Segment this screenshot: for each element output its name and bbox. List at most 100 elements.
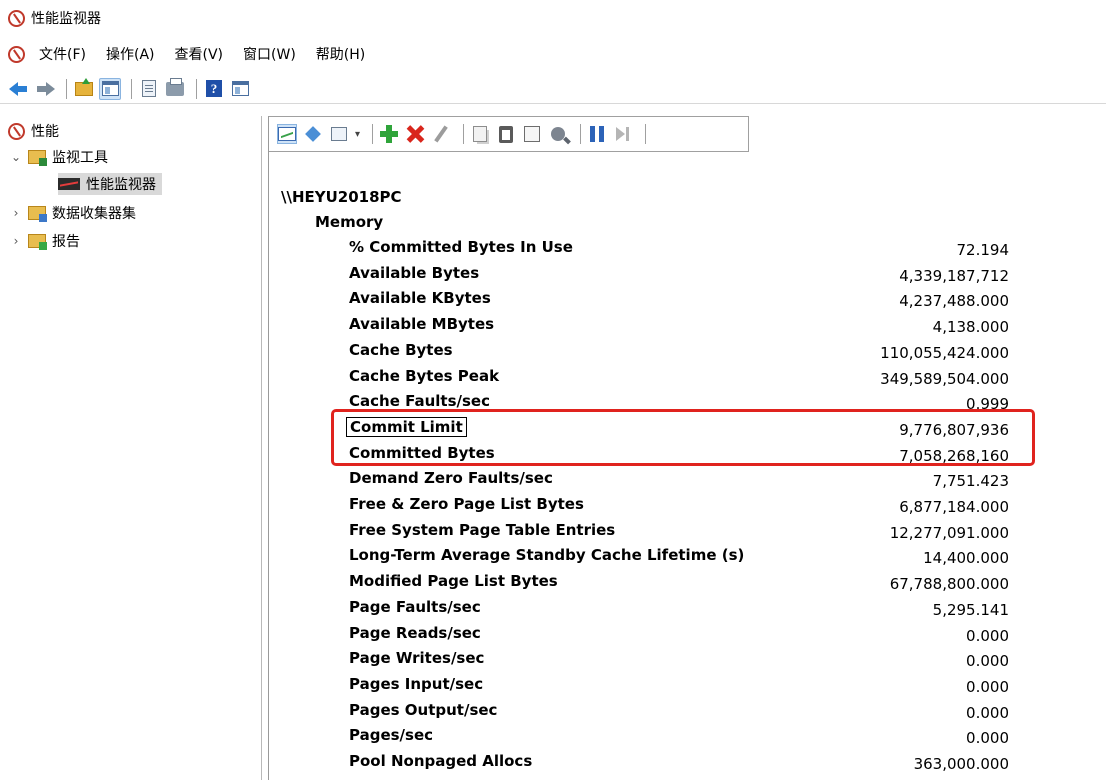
counter-name: Free System Page Table Entries: [349, 521, 616, 539]
menu-view[interactable]: 查看(V): [175, 44, 224, 64]
show-hide-action-pane-button[interactable]: [229, 78, 251, 100]
show-hide-tree-button[interactable]: [99, 77, 121, 100]
zoom-button[interactable]: [548, 124, 568, 144]
chevron-right-icon[interactable]: ›: [10, 234, 22, 248]
counter-value: 363,000.000: [913, 755, 1009, 773]
pause-icon: [590, 126, 605, 142]
counter-row[interactable]: Demand Zero Faults/sec 7,751.423: [349, 469, 1009, 495]
counter-value: 6,877,184.000: [899, 498, 1009, 516]
counter-row[interactable]: Long-Term Average Standby Cache Lifetime…: [349, 546, 1009, 572]
back-button[interactable]: [8, 78, 30, 100]
tree-item-data-collector-sets[interactable]: › 数据收集器集: [10, 202, 136, 224]
counter-row[interactable]: Free System Page Table Entries 12,277,091…: [349, 521, 1009, 547]
counter-row[interactable]: Pages Output/sec 0.000: [349, 701, 1009, 727]
counter-row[interactable]: Pages/sec 0.000: [349, 726, 1009, 752]
menu-file[interactable]: 文件(F): [39, 44, 86, 64]
change-graph-type-button[interactable]: [329, 124, 349, 144]
highlight-button[interactable]: [431, 124, 451, 144]
menu-window[interactable]: 窗口(W): [243, 44, 296, 64]
print-button[interactable]: [164, 77, 186, 100]
database-icon: [305, 126, 321, 142]
counter-value: 0.000: [966, 678, 1009, 696]
counter-name: Modified Page List Bytes: [349, 572, 558, 590]
counter-value: 5,295.141: [932, 601, 1009, 619]
perfmon-node-icon: [8, 122, 25, 140]
counter-name: Cache Faults/sec: [349, 392, 490, 410]
show-hide-tree-icon: [101, 81, 119, 96]
counter-value: 349,589,504.000: [880, 370, 1009, 388]
counter-row[interactable]: Free & Zero Page List Bytes 6,877,184.000: [349, 495, 1009, 521]
paste-counter-list-button[interactable]: [496, 124, 516, 144]
counter-row[interactable]: Available MBytes 4,138.000: [349, 315, 1009, 341]
counter-value: 4,138.000: [932, 318, 1009, 336]
folder-icon: [28, 206, 47, 222]
counter-row[interactable]: Page Reads/sec 0.000: [349, 624, 1009, 650]
counter-name: Demand Zero Faults/sec: [349, 469, 553, 487]
counter-name: Cache Bytes Peak: [349, 367, 500, 385]
counter-row[interactable]: Page Writes/sec 0.000: [349, 649, 1009, 675]
forward-button[interactable]: [34, 78, 56, 100]
report-pane: ▾ \\HEYU2018PC Memory % Committed Bytes …: [268, 116, 1106, 780]
toolbar-separator: [66, 78, 67, 99]
counter-row[interactable]: % Committed Bytes In Use 72.194: [349, 238, 1009, 264]
counter-value: 0.000: [966, 652, 1009, 670]
up-one-level-button[interactable]: [73, 77, 95, 100]
monitor-toolbar: ▾: [269, 116, 749, 152]
tree-item-reports[interactable]: › 报告: [10, 230, 80, 252]
counter-name: Pool Nonpaged Allocs: [349, 752, 533, 770]
folder-icon: [28, 234, 47, 250]
add-counter-button[interactable]: [379, 124, 399, 144]
counter-name: Available MBytes: [349, 315, 495, 333]
copy-properties-button[interactable]: [470, 124, 490, 144]
tree-item-performance-monitor[interactable]: 性能监视器: [58, 173, 162, 195]
toolbar-separator: [131, 78, 132, 99]
perfmon-app-icon: [8, 9, 25, 27]
tree-item-performance[interactable]: 性能: [8, 120, 59, 142]
menu-action[interactable]: 操作(A): [106, 44, 155, 64]
counter-row[interactable]: Cache Bytes Peak 349,589,504.000: [349, 367, 1009, 393]
delete-counter-button[interactable]: [405, 124, 425, 144]
view-current-activity-button[interactable]: [277, 124, 297, 144]
toolbar-separator: [196, 78, 197, 99]
window-title: 性能监视器: [31, 11, 101, 27]
tree-item-label: 性能监视器: [86, 177, 156, 193]
counter-row[interactable]: Available KBytes 4,237,488.000: [349, 289, 1009, 315]
counter-row[interactable]: Modified Page List Bytes 67,788,800.000: [349, 572, 1009, 598]
counter-name: Pages/sec: [349, 726, 434, 744]
counter-name: Cache Bytes: [349, 341, 453, 359]
red-highlight-box: [331, 409, 1035, 466]
counter-value: 67,788,800.000: [889, 575, 1009, 593]
counter-row[interactable]: Page Faults/sec 5,295.141: [349, 598, 1009, 624]
chevron-down-icon[interactable]: ⌄: [10, 150, 22, 164]
performance-graph-icon: [58, 178, 80, 190]
counter-name: Page Writes/sec: [349, 649, 485, 667]
freeze-display-button[interactable]: [587, 124, 607, 144]
view-log-data-button[interactable]: [303, 124, 323, 144]
machine-name: \\HEYU2018PC: [281, 188, 402, 206]
counter-value: 0.000: [966, 627, 1009, 645]
counter-row[interactable]: Available Bytes 4,339,187,712: [349, 264, 1009, 290]
chevron-right-icon[interactable]: ›: [10, 206, 22, 220]
chevron-down-icon[interactable]: ▾: [355, 129, 360, 140]
toolbar-separator: [580, 124, 582, 144]
counter-name: Free & Zero Page List Bytes: [349, 495, 584, 513]
navigation-tree: 性能 ⌄ 监视工具 性能监视器 › 数据收集器集 › 报告: [0, 116, 262, 780]
help-button[interactable]: ?: [203, 78, 225, 100]
toolbar-separator: [463, 124, 465, 144]
main-toolbar: ?: [0, 74, 1106, 104]
counter-value: 14,400.000: [923, 549, 1009, 567]
system-menu-icon[interactable]: [8, 45, 25, 63]
counter-row[interactable]: Cache Bytes 110,055,424.000: [349, 341, 1009, 367]
delete-icon: [406, 125, 424, 143]
plus-icon: [380, 125, 399, 143]
counter-row[interactable]: Pool Nonpaged Allocs 363,000.000: [349, 752, 1009, 778]
counter-value: 72.194: [956, 241, 1010, 259]
properties-button[interactable]: [522, 124, 542, 144]
tree-item-monitoring-tools[interactable]: ⌄ 监视工具: [10, 146, 108, 168]
properties-button[interactable]: [138, 78, 160, 100]
counter-row[interactable]: Pages Input/sec 0.000: [349, 675, 1009, 701]
tree-item-label: 性能: [31, 124, 59, 140]
menu-help[interactable]: 帮助(H): [316, 44, 365, 64]
update-data-button[interactable]: [613, 124, 633, 144]
help-icon: ?: [206, 80, 222, 97]
